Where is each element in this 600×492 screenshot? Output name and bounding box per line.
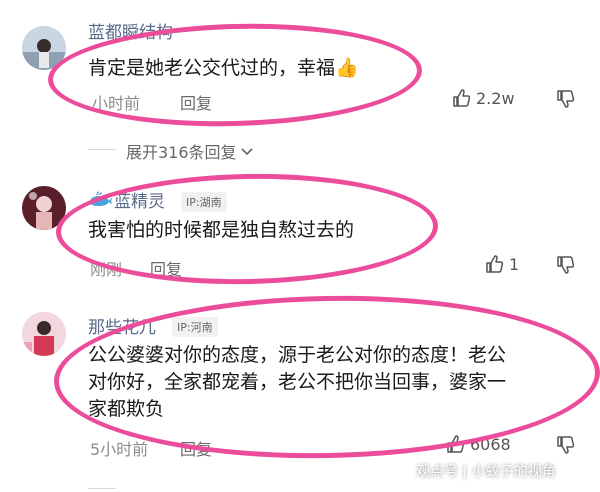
- reply-button-1[interactable]: 回复: [180, 90, 212, 114]
- ip-badge-3: IP:河南: [172, 317, 218, 337]
- like-count-2: 1: [509, 254, 520, 274]
- thumbs-down-icon: [557, 90, 575, 108]
- ip-badge-2: IP:湖南: [181, 192, 227, 212]
- avatar-comment-2[interactable]: [22, 186, 66, 230]
- chevron-down-icon: [240, 148, 253, 156]
- username-comment-1[interactable]: 蓝都瞬结构: [88, 18, 173, 43]
- comment-time-3: 5小时前: [90, 440, 149, 459]
- comment-text-3-line-3: 家都欺负: [88, 398, 165, 420]
- expand-replies-label: 展开316条回复: [126, 143, 237, 162]
- expand-divider: [88, 149, 116, 150]
- username-comment-3[interactable]: 那些花儿: [88, 313, 156, 338]
- thumbs-down-icon: [557, 256, 575, 274]
- comment-time-1: 小时前: [92, 94, 141, 113]
- username-comment-2: 蓝精灵: [114, 192, 165, 212]
- avatar-image: [22, 312, 66, 356]
- like-button-2[interactable]: 1: [485, 254, 519, 274]
- like-button-3[interactable]: 6068: [446, 434, 511, 454]
- bottom-divider: [88, 488, 116, 489]
- like-count-3: 6068: [470, 434, 511, 454]
- dislike-button-3[interactable]: [556, 435, 576, 459]
- whale-icon: [90, 190, 112, 206]
- dislike-button-1[interactable]: [556, 89, 576, 113]
- avatar-image: [22, 26, 66, 70]
- avatar-image: [22, 186, 66, 230]
- watermark-text: 观点号 | 小蚊子的视角: [416, 464, 556, 480]
- dislike-button-2[interactable]: [556, 255, 576, 279]
- like-button-1[interactable]: 2.2w: [452, 88, 515, 108]
- comment-text-3-line-2: 对你好，全家都宠着，老公不把你当回事，婆家一: [88, 371, 507, 393]
- expand-replies-button[interactable]: 展开316条回复: [126, 139, 255, 163]
- reply-button-3[interactable]: 回复: [180, 436, 212, 460]
- thumbs-down-icon: [557, 436, 575, 454]
- comment-text-3-line-1: 公公婆婆对你的态度，源于老公对你的态度！老公: [88, 344, 507, 366]
- reply-button-2[interactable]: 回复: [150, 256, 182, 280]
- thumbs-up-icon: [447, 435, 465, 453]
- avatar-comment-1[interactable]: [22, 26, 66, 70]
- username-comment-2-group[interactable]: 蓝精灵: [88, 187, 165, 212]
- comment-time-2: 刚刚: [90, 260, 123, 279]
- avatar-comment-3[interactable]: [22, 312, 66, 356]
- comment-text-2: 我害怕的时候都是独自熬过去的: [88, 219, 355, 241]
- like-count-1: 2.2w: [476, 88, 515, 108]
- thumbs-up-icon: [486, 255, 504, 273]
- comment-text-1: 肯定是她老公交代过的，幸福👍: [88, 57, 359, 79]
- thumbs-up-icon: [453, 89, 471, 107]
